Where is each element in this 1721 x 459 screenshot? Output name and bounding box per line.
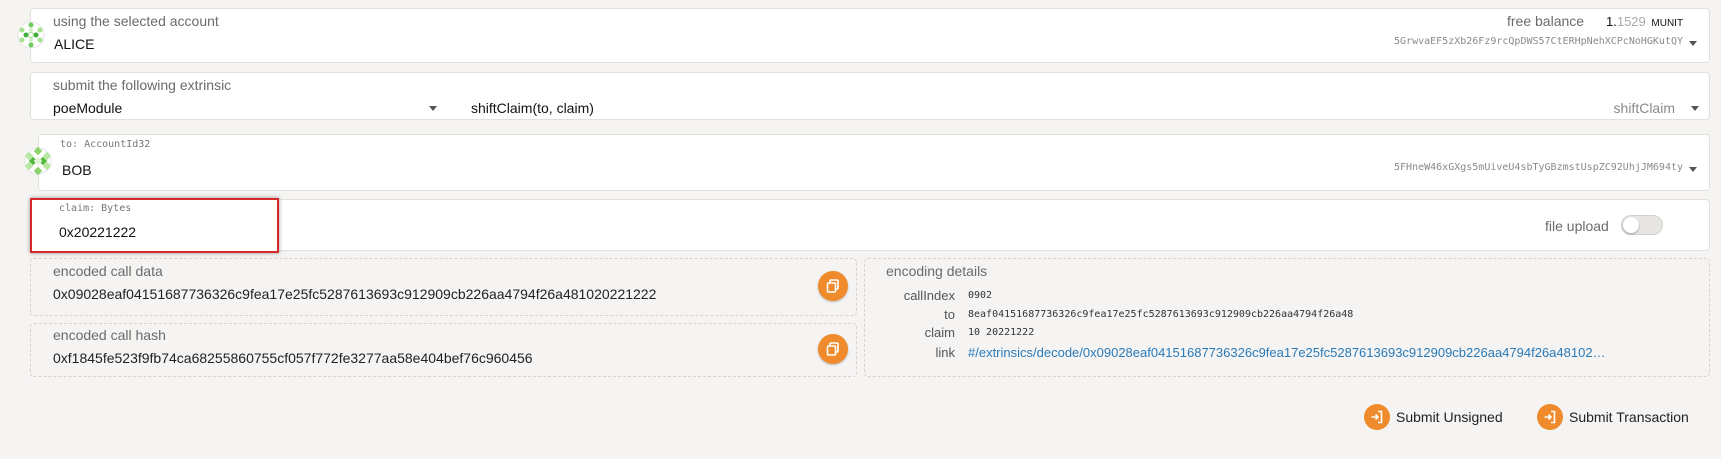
callindex-key: callIndex (903, 288, 955, 303)
balance-label: free balance (1507, 13, 1585, 29)
to-name: BOB (62, 162, 92, 178)
copy-call-hash-button[interactable] (818, 334, 848, 364)
extrinsic-selector: submit the following extrinsic poeModule… (30, 72, 1710, 120)
chevron-down-icon (429, 106, 437, 111)
to-param[interactable]: to: AccountId32 BOB 5FHneW46xGXgs5mUiveU… (38, 134, 1710, 191)
copy-icon (826, 342, 839, 356)
claim-value-encoded: 10 20221222 (968, 327, 1035, 338)
copy-call-data-button[interactable] (818, 271, 848, 301)
account-label: using the selected account (53, 13, 219, 29)
balance-frac: 1529 (1616, 14, 1646, 29)
to-identicon (24, 147, 52, 175)
encoded-call-hash-label: encoded call hash (53, 327, 166, 343)
claim-label: claim: Bytes (59, 203, 132, 214)
method-signature: shiftClaim(to, claim) (471, 100, 594, 116)
claim-value: 0x20221222 (59, 224, 137, 240)
method-dropdown[interactable]: shiftClaim(to, claim) shiftClaim (451, 73, 1711, 121)
submit-transaction-label: Submit Transaction (1569, 409, 1689, 425)
to-label: to: AccountId32 (60, 139, 151, 150)
toggle-knob (1623, 217, 1639, 233)
encoded-call-data-label: encoded call data (53, 263, 163, 279)
chevron-down-icon (1689, 167, 1697, 172)
method-name: shiftClaim (1613, 100, 1675, 116)
to-key: to (944, 307, 955, 322)
module-dropdown[interactable]: poeModule (31, 73, 441, 121)
encoding-details-label: encoding details (886, 263, 988, 279)
account-address: 5GrwvaEF5zXb26Fz9rcQpDWS57CtERHpNehXCPcN… (1394, 36, 1683, 47)
submit-unsigned-label: Submit Unsigned (1396, 409, 1503, 425)
module-value: poeModule (53, 100, 123, 116)
sign-in-icon (1364, 404, 1390, 430)
account-identicon (17, 21, 45, 49)
balance-unit: MUNIT (1651, 18, 1684, 29)
balance-int: 1. (1606, 14, 1617, 29)
account-selector[interactable]: using the selected account ALICE free ba… (30, 8, 1710, 63)
encoded-call-data-panel: encoded call data 0x09028eaf041516877363… (30, 258, 857, 316)
encoded-call-data-value: 0x09028eaf04151687736326c9fea17e25fc5287… (53, 286, 657, 302)
decode-link[interactable]: #/extrinsics/decode/0x09028eaf0415168773… (968, 345, 1606, 360)
file-upload-toggle[interactable] (1621, 215, 1663, 235)
submit-transaction-button[interactable]: Submit Transaction (1537, 404, 1689, 430)
claim-param: file upload (30, 199, 1710, 251)
submit-unsigned-button[interactable]: Submit Unsigned (1364, 404, 1503, 430)
account-name: ALICE (54, 36, 95, 52)
claim-key: claim (924, 325, 955, 340)
encoding-details-panel: encoding details callIndex 0902 to 8eaf0… (864, 258, 1710, 377)
claim-input[interactable]: claim: Bytes 0x20221222 (30, 198, 279, 253)
balance-value: 1.1529 MUNIT (1606, 14, 1683, 29)
chevron-down-icon[interactable] (1689, 41, 1697, 46)
encoded-call-hash-value: 0xf1845fe523f9fb74ca68255860755cf057f772… (53, 350, 533, 366)
chevron-down-icon (1691, 106, 1699, 111)
encoded-call-hash-panel: encoded call hash 0xf1845fe523f9fb74ca68… (30, 323, 857, 377)
callindex-value: 0902 (968, 290, 993, 301)
copy-icon (826, 279, 839, 293)
link-key: link (935, 345, 955, 360)
sign-in-icon (1537, 404, 1563, 430)
to-value: 8eaf04151687736326c9fea17e25fc5287613693… (968, 309, 1354, 320)
to-address: 5FHneW46xGXgs5mUiveU4sbTyGBzmstUspZC92Uh… (1394, 162, 1683, 173)
file-upload-label: file upload (1545, 218, 1609, 234)
